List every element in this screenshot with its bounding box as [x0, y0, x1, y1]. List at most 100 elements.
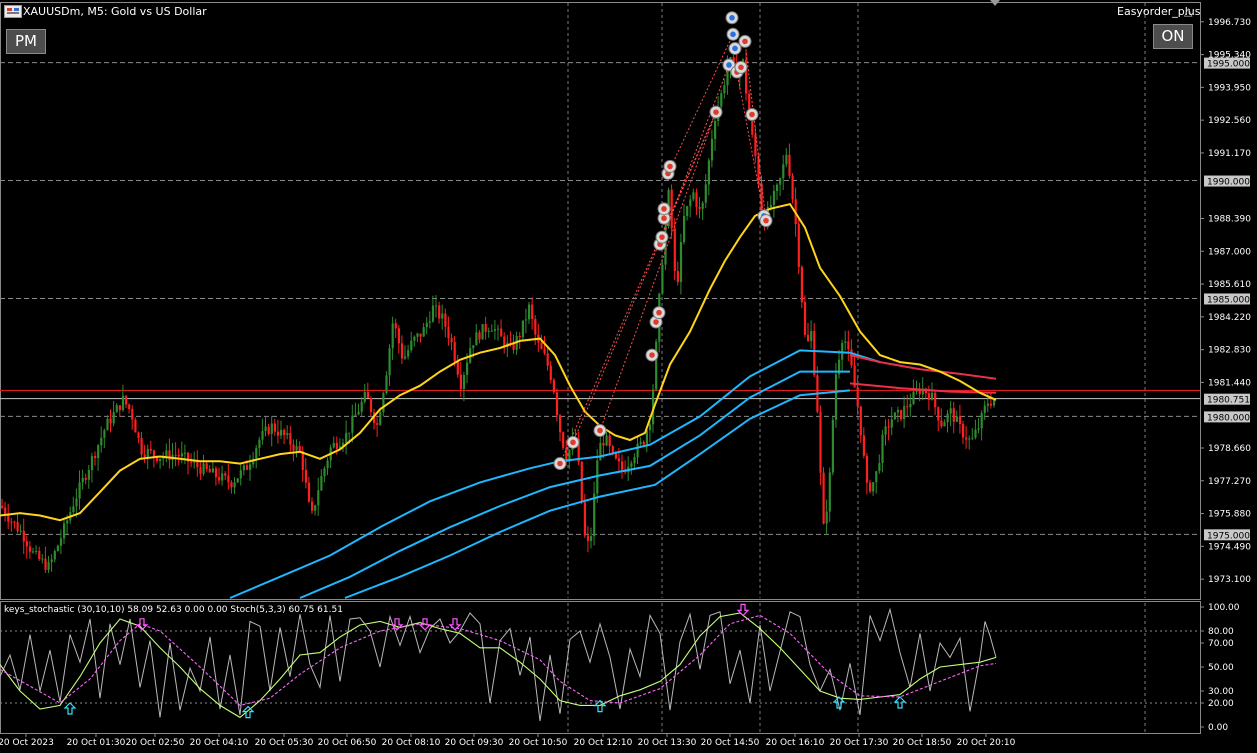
candle-body	[915, 390, 918, 392]
trade-link-line	[572, 111, 717, 443]
candle-body	[772, 191, 776, 205]
candle-body	[335, 442, 338, 449]
candle-body	[955, 416, 958, 422]
candle-body	[456, 361, 459, 375]
candle-body	[50, 559, 53, 563]
candle-body	[583, 502, 586, 536]
candle-body	[965, 437, 968, 440]
candle-body	[125, 395, 128, 405]
candle-body	[53, 550, 56, 560]
candle-body	[896, 409, 900, 413]
candle-body	[90, 456, 94, 471]
candle-body	[314, 505, 317, 511]
candle-body	[521, 320, 524, 338]
chart-window-menu-icon[interactable]	[4, 5, 22, 18]
price-axis-label: 1988.390	[1208, 215, 1251, 225]
indicator-label: keys_stochastic (30,10,10) 58.09 52.63 0…	[4, 605, 343, 615]
main-panel-frame	[0, 2, 1201, 600]
time-axis-label: 20 Oct 01:30	[67, 738, 126, 748]
chart-scroll-shift-icon[interactable]	[990, 0, 1000, 6]
candle-body	[937, 407, 940, 421]
candle-body	[698, 206, 701, 209]
candle-body	[887, 426, 890, 428]
stoch-axis-label: 0.00	[1208, 723, 1228, 733]
candle-body	[701, 202, 704, 209]
trade-marker-dot	[661, 206, 667, 212]
candle-body	[621, 461, 624, 470]
candle-body	[159, 458, 162, 462]
time-axis-label: 20 Oct 2023	[0, 738, 54, 748]
candle-body	[466, 362, 469, 375]
candle-body	[413, 336, 416, 341]
price-axis-label: 1993.950	[1208, 83, 1251, 93]
candle-body	[782, 164, 785, 179]
candle-body	[326, 460, 329, 469]
candle-body	[149, 449, 152, 451]
on-button[interactable]: ON	[1153, 24, 1193, 49]
candle-body	[94, 456, 97, 459]
candle-body	[407, 350, 410, 357]
time-axis-label: 20 Oct 12:10	[574, 738, 633, 748]
candle-body	[512, 343, 515, 350]
pm-button[interactable]: PM	[6, 29, 46, 54]
candle-body	[459, 374, 462, 389]
candle-body	[230, 482, 233, 488]
candle-body	[354, 414, 357, 416]
fast-ma-line	[0, 202, 997, 522]
chart-canvas[interactable]: 1996.7301995.3401993.9501992.5601991.170…	[0, 0, 1257, 753]
candle-body	[822, 472, 825, 524]
current-price-tag-label: 1980.751	[1207, 396, 1250, 406]
candle-body	[218, 477, 221, 481]
candle-body	[710, 138, 714, 161]
price-axis-label: 1981.440	[1208, 378, 1251, 388]
candle-body	[400, 343, 404, 359]
candle-body	[388, 348, 391, 376]
time-axis-label: 20 Oct 06:50	[318, 738, 377, 748]
trade-marker-dot	[659, 234, 665, 240]
candle-body	[825, 511, 828, 524]
candle-body	[72, 506, 75, 513]
candle-body	[28, 546, 32, 552]
candle-body	[453, 341, 456, 362]
candle-body	[769, 204, 772, 208]
candle-body	[683, 216, 686, 243]
candle-body	[438, 305, 441, 319]
candle-body	[143, 454, 146, 458]
price-axis-label: 1978.660	[1208, 444, 1251, 454]
candle-body	[565, 447, 568, 462]
candle-body	[261, 431, 264, 440]
candle-body	[25, 541, 28, 547]
candle-body	[193, 461, 196, 463]
candle-body	[648, 424, 652, 431]
trade-marker-dot	[570, 439, 576, 446]
down-arrow-icon	[736, 603, 750, 617]
up-arrow-icon	[63, 702, 77, 715]
candle-body	[834, 374, 838, 420]
candle-body	[249, 464, 252, 470]
candle-body	[943, 422, 946, 427]
candle-body	[555, 392, 559, 416]
candle-body	[233, 482, 236, 488]
candle-body	[528, 304, 531, 320]
candle-body	[803, 302, 807, 335]
candle-body	[196, 461, 199, 468]
candle-body	[931, 392, 934, 400]
candle-body	[903, 406, 906, 420]
candle-body	[859, 406, 862, 436]
candle-body	[559, 415, 562, 433]
candle-body	[376, 423, 379, 425]
candle-body	[357, 411, 360, 415]
candle-body	[940, 420, 943, 427]
candle-body	[273, 423, 276, 432]
candle-body	[81, 477, 84, 483]
candle-body	[379, 412, 382, 425]
candle-body	[602, 442, 605, 446]
candle-body	[134, 419, 137, 433]
time-axis-label: 20 Oct 13:30	[638, 738, 697, 748]
candle-body	[487, 330, 490, 332]
candle-body	[137, 432, 140, 439]
candle-body	[385, 375, 388, 394]
candle-body	[918, 390, 921, 395]
trade-marker-dot	[557, 460, 563, 467]
candle-body	[121, 395, 125, 411]
